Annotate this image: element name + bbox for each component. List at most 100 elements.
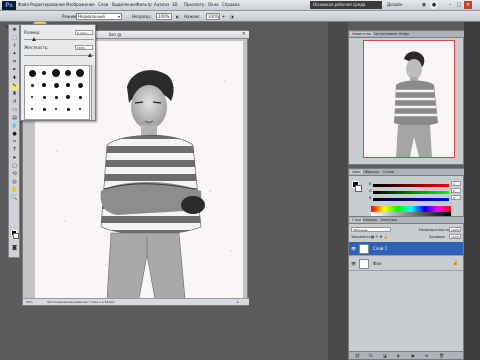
- eye-icon[interactable]: 👁: [351, 246, 356, 251]
- eyedropper-tool-icon[interactable]: ✒: [10, 67, 19, 74]
- brush-preset[interactable]: [27, 92, 37, 102]
- blend-mode-select[interactable]: Обычные: [351, 227, 391, 232]
- brush-preset[interactable]: [63, 68, 73, 78]
- airbrush-icon[interactable]: ✈: [222, 14, 225, 19]
- brush-preset[interactable]: [75, 80, 85, 90]
- zoom-level[interactable]: 50%: [26, 300, 33, 304]
- marquee-tool-icon[interactable]: ⬚: [10, 35, 19, 42]
- slider-knob[interactable]: [88, 53, 92, 57]
- brush-preset[interactable]: [39, 68, 49, 78]
- lasso-tool-icon[interactable]: ℓ: [10, 43, 19, 50]
- design-workspace[interactable]: Дизайн: [387, 2, 403, 7]
- hardness-value[interactable]: 100%: [75, 45, 93, 50]
- flow-field[interactable]: 100%: [206, 13, 220, 20]
- slider-knob[interactable]: [32, 37, 36, 41]
- lock-icon[interactable]: ▦ ✎ ✥ 🔒: [371, 235, 388, 239]
- menu-analysis[interactable]: Анализ: [154, 2, 169, 7]
- brush-preset[interactable]: [51, 80, 61, 90]
- hand-tool-icon[interactable]: ✋: [10, 187, 19, 194]
- adjustment-icon[interactable]: ◐: [397, 353, 401, 358]
- brush-preset[interactable]: [39, 104, 49, 114]
- brush-preset[interactable]: [39, 92, 49, 102]
- menu-select[interactable]: Выделение: [112, 2, 136, 7]
- dodge-tool-icon[interactable]: ●: [10, 131, 19, 138]
- pressure-opacity-icon[interactable]: ◐: [176, 14, 180, 19]
- eraser-tool-icon[interactable]: ▭: [10, 107, 19, 114]
- brush-preset[interactable]: [63, 92, 73, 102]
- crop-tool-icon[interactable]: ⌗: [10, 59, 19, 66]
- brush-preset[interactable]: [27, 68, 37, 78]
- user-icon[interactable]: ●: [430, 1, 438, 9]
- quick-mask-icon[interactable]: ◙: [10, 245, 19, 252]
- brush-preset[interactable]: [75, 104, 85, 114]
- menu-help[interactable]: Справка: [222, 2, 240, 7]
- tab-paths[interactable]: Контуры: [381, 218, 397, 222]
- green-slider[interactable]: [373, 191, 449, 194]
- new-layer-icon[interactable]: ⊞: [425, 353, 428, 358]
- layer-opacity-field[interactable]: 100%: [449, 227, 461, 232]
- brush-tool-icon[interactable]: ✎: [10, 83, 19, 90]
- trash-icon[interactable]: 🗑: [439, 353, 444, 358]
- tab-info[interactable]: Инфо: [399, 32, 409, 36]
- tab-channels[interactable]: Каналы: [363, 218, 377, 222]
- link-icon[interactable]: ⛓: [355, 353, 360, 358]
- red-value[interactable]: 0: [451, 181, 461, 186]
- mode-select[interactable]: Нормальный ▾: [76, 13, 122, 20]
- size-slider[interactable]: [24, 37, 94, 41]
- menu-3d[interactable]: 3D: [172, 2, 178, 7]
- layer-row-selected[interactable]: 👁 Слой 1: [349, 242, 463, 256]
- blue-value[interactable]: 0: [451, 195, 461, 200]
- quick-select-tool-icon[interactable]: ✦: [10, 51, 19, 58]
- fill-field[interactable]: 100%: [449, 234, 461, 239]
- scroll-right-icon[interactable]: ▸: [237, 300, 239, 304]
- cs-live-icon[interactable]: ◉: [420, 1, 428, 9]
- pen-tool-icon[interactable]: ✑: [10, 139, 19, 146]
- folder-icon[interactable]: ▣: [411, 353, 415, 358]
- tab-styles[interactable]: Стили: [383, 170, 394, 174]
- brush-preset[interactable]: [75, 92, 85, 102]
- background-color-swatch[interactable]: [355, 185, 362, 192]
- tab-color[interactable]: Цвет: [350, 170, 363, 174]
- brush-preset[interactable]: [63, 80, 73, 90]
- shape-tool-icon[interactable]: ▢: [10, 163, 19, 170]
- menu-filter[interactable]: Фильтр: [136, 2, 152, 7]
- close-icon[interactable]: ×: [242, 31, 246, 37]
- background-color-swatch[interactable]: [13, 233, 19, 239]
- scrollbar[interactable]: [91, 65, 95, 120]
- tab-layers[interactable]: Слои: [350, 218, 364, 222]
- pressure-size-icon[interactable]: ◑: [230, 14, 234, 19]
- tab-histogram[interactable]: Гистограмма: [373, 32, 397, 36]
- workspace-switcher[interactable]: Основная рабочая среда: [310, 1, 382, 9]
- 3d-orbit-tool-icon[interactable]: ◎: [10, 179, 19, 186]
- tab-navigator[interactable]: Навигатор: [350, 32, 374, 36]
- green-value[interactable]: 0: [451, 188, 461, 193]
- brush-preset[interactable]: [39, 80, 49, 90]
- tab-swatches[interactable]: Образцы: [363, 170, 379, 174]
- hardness-slider[interactable]: [24, 53, 94, 57]
- zoom-tool-icon[interactable]: 🔍: [10, 195, 19, 202]
- type-tool-icon[interactable]: T: [10, 147, 19, 154]
- red-slider[interactable]: [373, 184, 449, 187]
- menu-edit[interactable]: Редактирование: [30, 2, 65, 7]
- gradient-tool-icon[interactable]: ▤: [10, 115, 19, 122]
- size-value[interactable]: 9 пикс.: [75, 30, 93, 35]
- brush-preset[interactable]: [75, 68, 85, 78]
- maximize-icon[interactable]: □: [455, 1, 463, 9]
- mask-icon[interactable]: ◪: [383, 353, 387, 358]
- brush-preset[interactable]: [51, 104, 61, 114]
- blue-slider[interactable]: [373, 198, 449, 201]
- menu-window[interactable]: Окно: [208, 2, 219, 7]
- menu-file[interactable]: Файл: [18, 2, 29, 7]
- menu-layers[interactable]: Слои: [98, 2, 108, 7]
- brush-preset[interactable]: [27, 104, 37, 114]
- brush-preset[interactable]: [27, 80, 37, 90]
- navigator-preview[interactable]: [363, 40, 455, 158]
- eye-icon[interactable]: 👁: [351, 261, 356, 266]
- history-brush-tool-icon[interactable]: ↺: [10, 99, 19, 106]
- menu-image[interactable]: Изображение: [66, 2, 95, 7]
- healing-tool-icon[interactable]: ✚: [10, 75, 19, 82]
- brush-preset[interactable]: [63, 104, 73, 114]
- move-tool-icon[interactable]: ✥: [10, 27, 19, 34]
- layer-row[interactable]: 👁 Фон 🔒: [349, 257, 463, 271]
- menu-view[interactable]: Просмотр: [184, 2, 205, 7]
